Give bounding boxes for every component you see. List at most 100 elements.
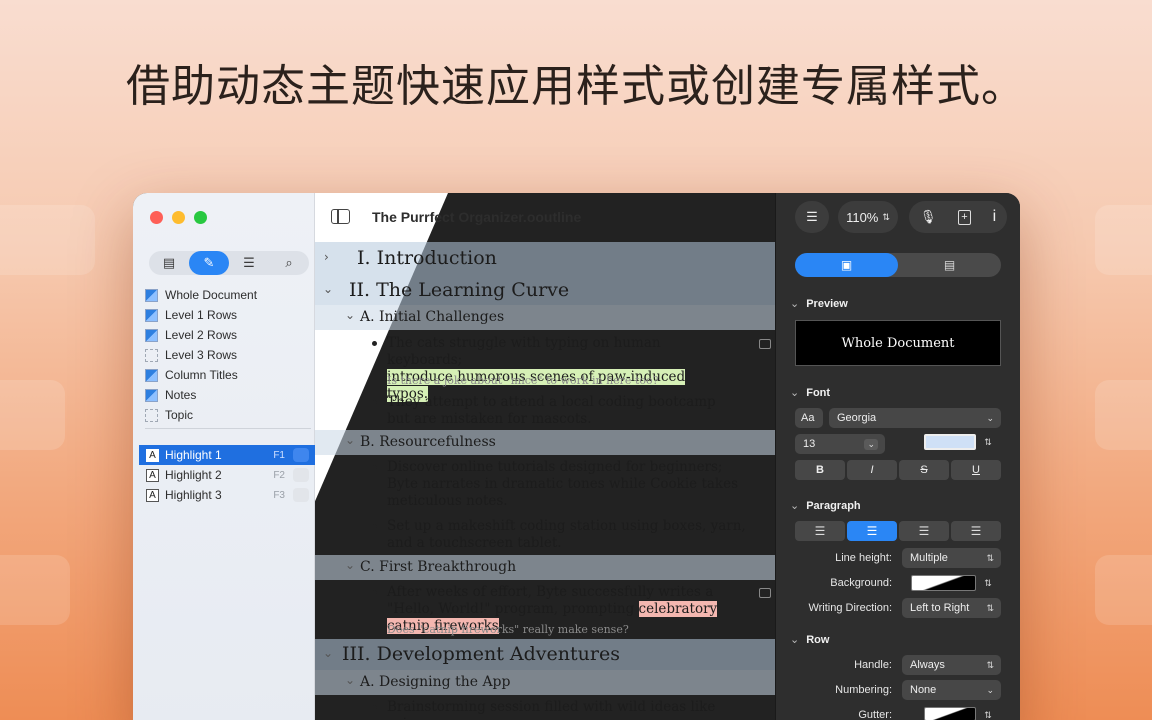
note-icon[interactable] — [759, 339, 771, 349]
chevron-down-icon[interactable]: ⌄ — [345, 308, 355, 322]
style-item-label: Topic — [165, 408, 194, 422]
style-list: Whole Document Level 1 Rows Level 2 Rows… — [145, 285, 315, 425]
background-tile — [1095, 380, 1152, 450]
alignment-buttons: ☰ ☰ ☰ ☰ — [795, 521, 1001, 541]
italic-button[interactable]: I — [847, 460, 897, 480]
align-justify-icon[interactable]: ☰ — [951, 521, 1001, 541]
font-family-select[interactable]: Georgia ⌄ — [829, 408, 1001, 428]
text-style-buttons: B I S U — [795, 460, 1001, 480]
background-tile — [0, 555, 70, 625]
outline-row-body[interactable]: They attempt to attend a local coding bo… — [315, 394, 775, 434]
outline-row-level1[interactable]: › I. Introduction — [315, 242, 775, 275]
underline-button[interactable]: U — [951, 460, 1001, 480]
window-title: The Purrfect Organizer.ooutline — [372, 209, 582, 225]
filter-icon[interactable]: ☰ — [229, 251, 269, 275]
chevron-down-icon[interactable]: ⌄ — [323, 282, 333, 296]
align-center-icon[interactable]: ☰ — [847, 521, 897, 541]
style-swatch-icon — [145, 388, 158, 402]
outline-row-level2[interactable]: ⌄ B. Resourcefulness — [315, 430, 775, 455]
info-icon[interactable]: i — [993, 208, 997, 226]
highlight-item-3[interactable]: A Highlight 3 F3 — [139, 485, 315, 505]
row-text: III. Development Adventures — [342, 643, 620, 665]
shortcut-key: F2 — [273, 469, 285, 481]
microphone-icon[interactable]: 🎙︎ — [920, 209, 937, 225]
row-section-header[interactable]: Row — [790, 633, 829, 646]
text-style-icon: A — [146, 468, 159, 482]
style-item-topic[interactable]: Topic — [145, 405, 315, 425]
chevron-down-icon[interactable]: ⌄ — [345, 673, 355, 687]
outline-row-body[interactable]: Set up a makeshift coding station using … — [315, 518, 775, 554]
outline-row-body[interactable]: Discover online tutorials designed for b… — [315, 459, 775, 514]
writing-direction-select[interactable]: Left to Right ⇅ — [902, 598, 1001, 618]
style-tab-icon[interactable]: ▣ — [795, 253, 898, 277]
highlight-color-swatch[interactable] — [293, 488, 309, 502]
stepper-icon: ⇅ — [986, 659, 994, 670]
bullet-icon — [372, 465, 377, 470]
note-icon[interactable] — [759, 588, 771, 598]
style-item-label: Notes — [165, 388, 197, 402]
stepper-icon[interactable]: ⇅ — [980, 705, 996, 720]
preview-section-header[interactable]: Preview — [790, 297, 848, 310]
font-size-field[interactable]: 13 ⌄ — [795, 434, 885, 454]
search-icon[interactable]: ⌕ — [269, 251, 309, 275]
paragraph-section-header[interactable]: Paragraph — [790, 499, 860, 512]
close-window-button[interactable] — [150, 211, 163, 224]
sidebar-toggle-icon[interactable] — [331, 209, 350, 224]
outline-row-body[interactable]: The cats struggle with typing on human k… — [315, 335, 775, 402]
text-color-well[interactable] — [924, 434, 976, 450]
highlight-list: A Highlight 1 F1 A Highlight 2 F2 A Highlight… — [139, 445, 315, 505]
highlight-color-swatch[interactable] — [293, 468, 309, 482]
minimize-window-button[interactable] — [172, 211, 185, 224]
style-item-column-titles[interactable]: Column Titles — [145, 365, 315, 385]
stepper-icon[interactable]: ⇅ — [980, 573, 996, 593]
row-note: Does "catnip fireworks" really make sens… — [387, 623, 629, 636]
stepper-icon[interactable]: ⇅ — [980, 432, 996, 452]
style-item-whole-document[interactable]: Whole Document — [145, 285, 315, 305]
outline-row-level1[interactable]: ⌄ III. Development Adventures — [315, 639, 775, 670]
brush-icon[interactable]: ✎ — [189, 251, 229, 275]
chevron-down-icon[interactable]: ⌄ — [345, 433, 355, 447]
outline-row-body[interactable]: After weeks of effort, Byte successfully… — [315, 584, 775, 636]
outline-row-level1[interactable]: ⌄ II. The Learning Curve — [315, 275, 775, 305]
outline-row-level2[interactable]: ⌄ A. Initial Challenges — [315, 305, 775, 330]
style-item-notes[interactable]: Notes — [145, 385, 315, 405]
style-swatch-icon — [145, 308, 158, 322]
style-swatch-empty-icon — [145, 408, 158, 422]
numbering-select[interactable]: None ⌄ — [902, 680, 1001, 700]
style-item-level-2-rows[interactable]: Level 2 Rows — [145, 325, 315, 345]
outline-row-level2[interactable]: ⌄ A. Designing the App — [315, 670, 775, 695]
add-row-icon[interactable]: + — [957, 209, 971, 225]
background-color-well[interactable] — [911, 575, 976, 591]
chevron-down-icon: ⌄ — [986, 684, 994, 695]
bold-button[interactable]: B — [795, 460, 845, 480]
chevron-right-icon[interactable]: › — [324, 250, 329, 264]
outline-editor[interactable]: The Purrfect Organizer.ooutline › I. Int… — [315, 193, 775, 720]
font-size-value: 13 — [803, 438, 816, 450]
chevron-down-icon: ⌄ — [864, 438, 878, 450]
style-item-level-1-rows[interactable]: Level 1 Rows — [145, 305, 315, 325]
handle-select[interactable]: Always ⇅ — [902, 655, 1001, 675]
highlight-color-swatch[interactable] — [293, 448, 309, 462]
gutter-label: Gutter: — [858, 709, 892, 720]
chevron-down-icon[interactable]: ⌄ — [323, 646, 333, 660]
document-icon[interactable]: ▤ — [149, 251, 189, 275]
outline-row-level2[interactable]: ⌄ C. First Breakthrough — [315, 555, 775, 580]
background-tile — [1095, 205, 1152, 275]
font-panel-button[interactable]: Aa — [795, 408, 823, 428]
highlight-item-2[interactable]: A Highlight 2 F2 — [139, 465, 315, 485]
align-right-icon[interactable]: ☰ — [899, 521, 949, 541]
font-section-header[interactable]: Font — [790, 386, 830, 399]
outline-row-body[interactable]: Brainstorming session filled with wild i… — [315, 699, 775, 720]
align-left-icon[interactable]: ☰ — [795, 521, 845, 541]
zoom-control[interactable]: 110% ⇅ — [838, 201, 898, 233]
strikethrough-button[interactable]: S — [899, 460, 949, 480]
document-tab-icon[interactable]: ▤ — [898, 253, 1001, 277]
chevron-down-icon[interactable]: ⌄ — [345, 558, 355, 572]
zoom-window-button[interactable] — [194, 211, 207, 224]
sort-icon[interactable]: ☰ — [795, 201, 829, 233]
highlight-item-1[interactable]: A Highlight 1 F1 — [139, 445, 315, 465]
style-item-level-3-rows[interactable]: Level 3 Rows — [145, 345, 315, 365]
gutter-color-well[interactable] — [924, 707, 976, 720]
row-text: C. First Breakthrough — [360, 559, 517, 575]
line-height-select[interactable]: Multiple ⇅ — [902, 548, 1001, 568]
